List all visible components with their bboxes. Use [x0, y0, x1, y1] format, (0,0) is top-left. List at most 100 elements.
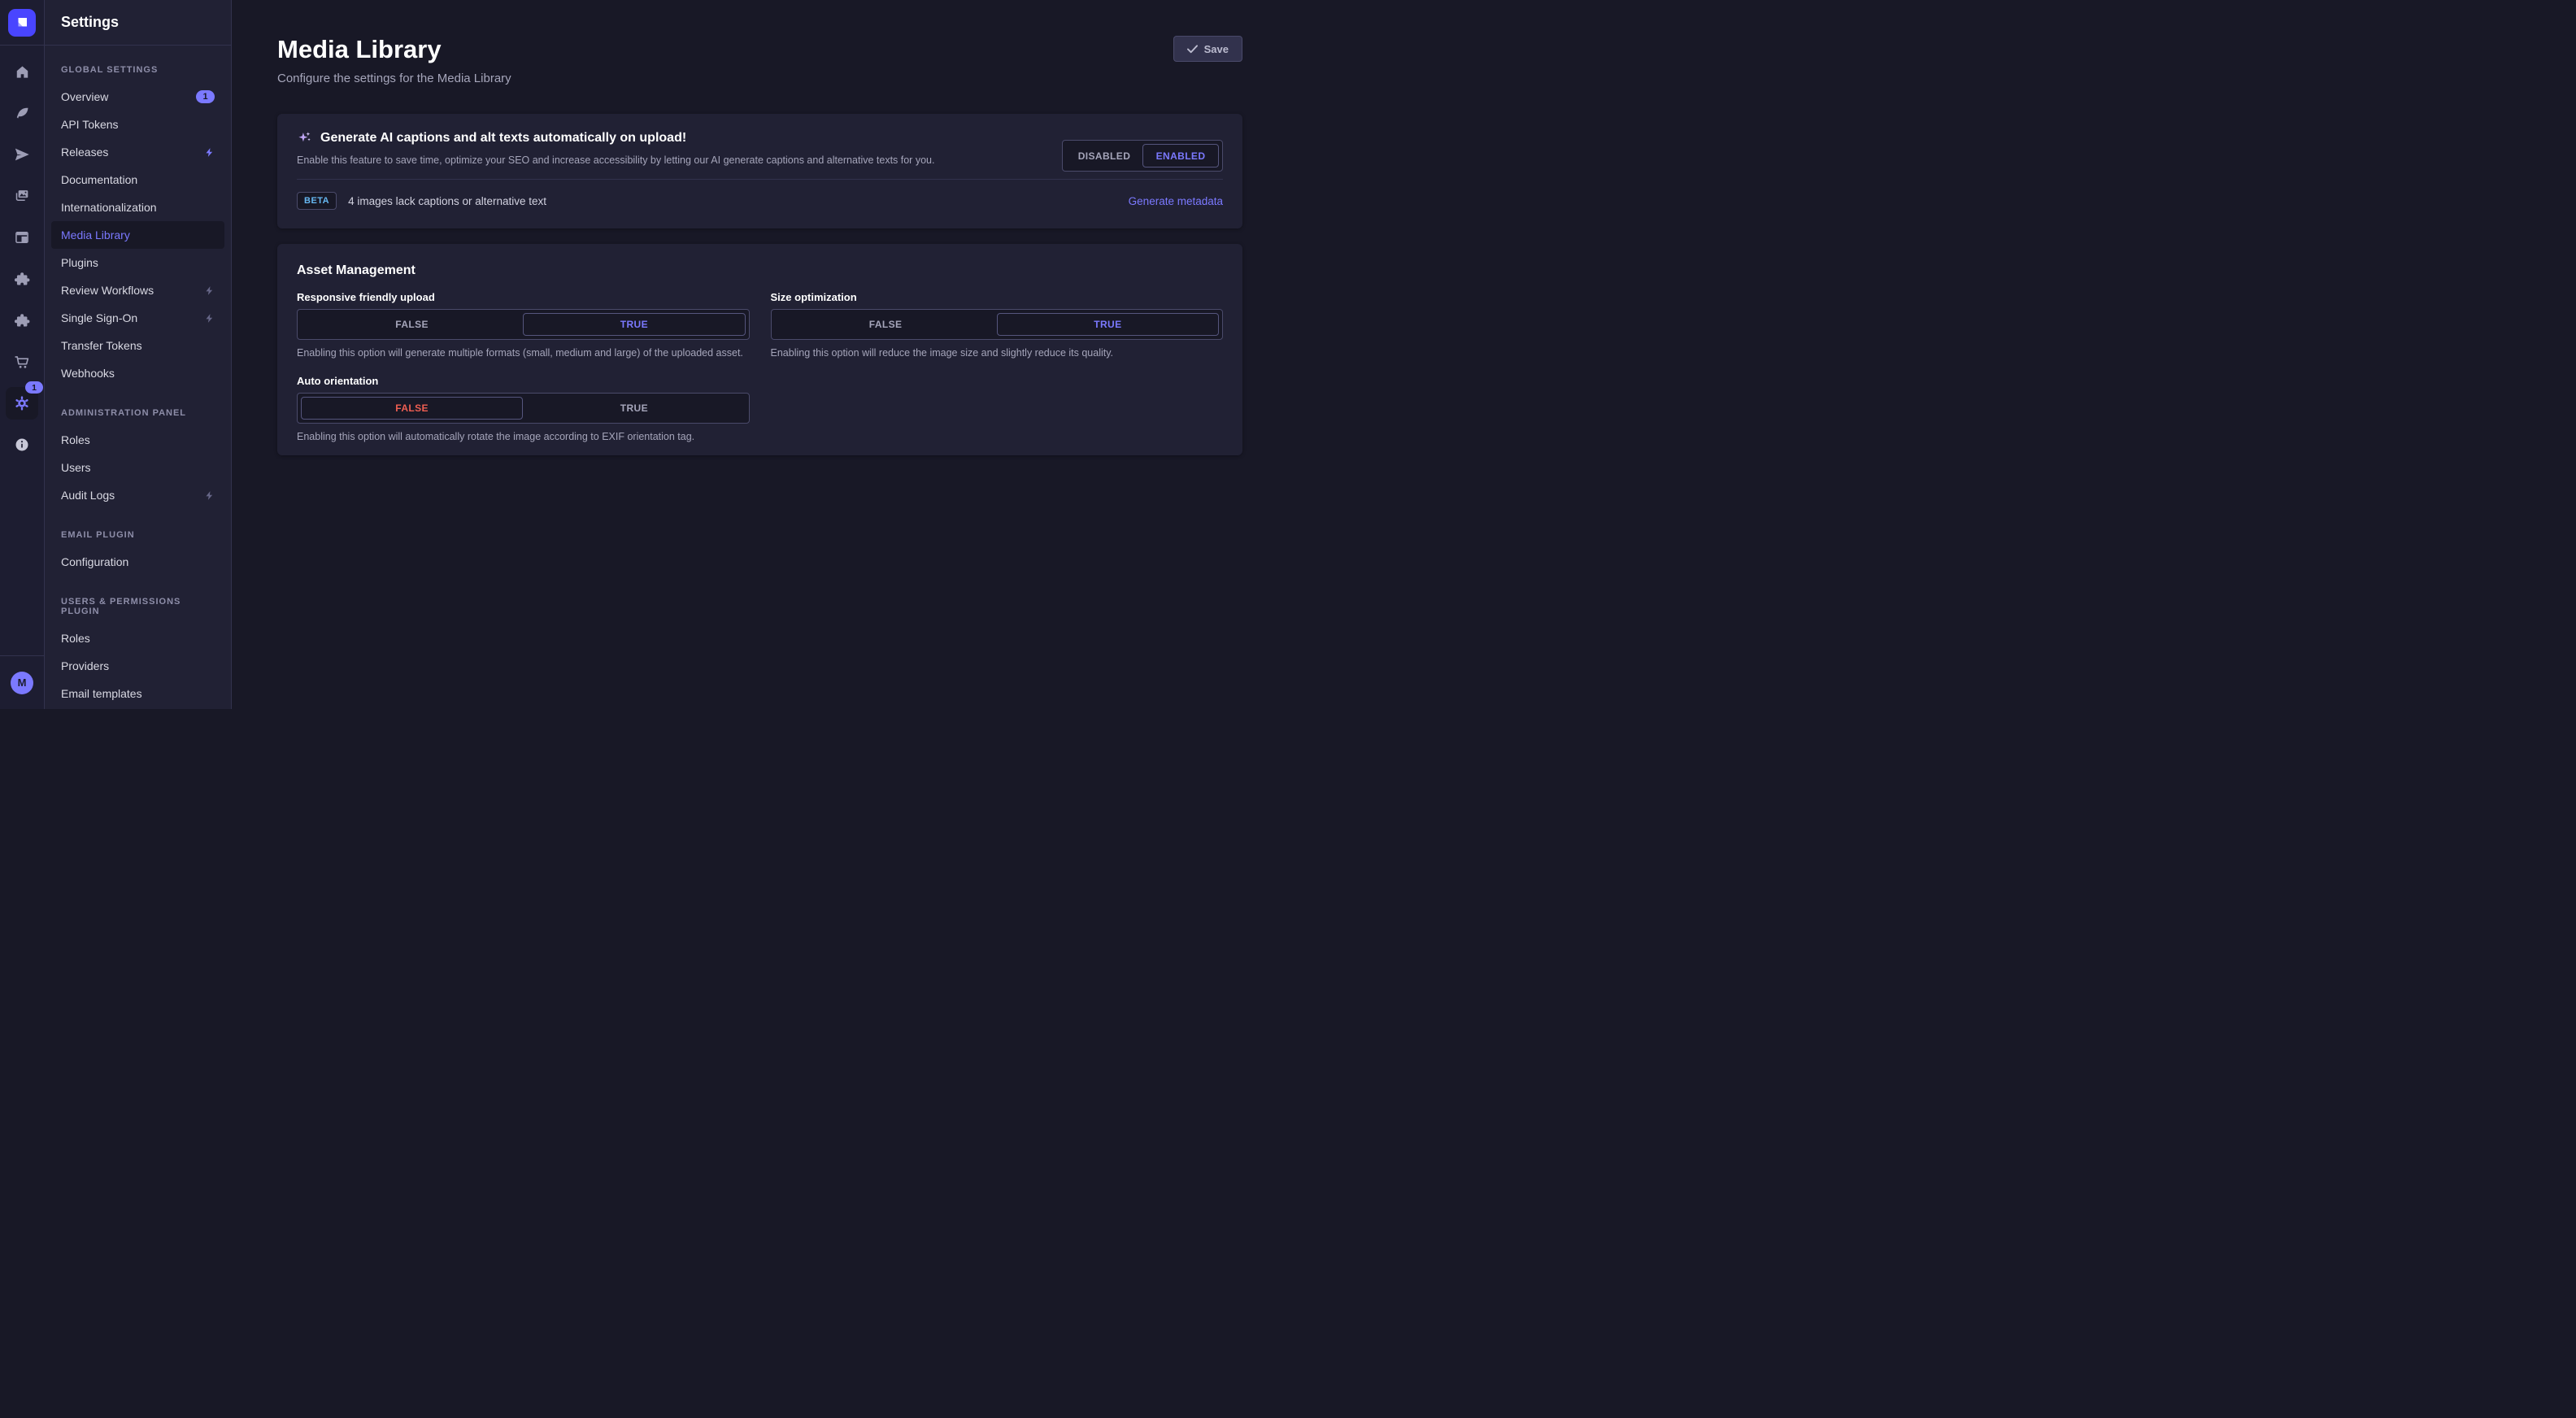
- home-icon[interactable]: [6, 55, 38, 88]
- ai-status-text: 4 images lack captions or alternative te…: [348, 195, 1129, 207]
- check-icon: [1187, 45, 1198, 54]
- toggle-option-true[interactable]: TRUE: [997, 313, 1219, 336]
- sidebar-item-webhooks[interactable]: Webhooks: [51, 359, 224, 387]
- sidebar-item-media-library[interactable]: Media Library: [51, 221, 224, 249]
- settings-notification-badge: 1: [25, 381, 43, 394]
- sidebar-item-label: Users: [61, 461, 215, 474]
- save-button[interactable]: Save: [1173, 36, 1242, 62]
- sparkle-icon: [297, 130, 312, 146]
- sidebar-item-label: Providers: [61, 659, 215, 672]
- field-auto-orientation: Auto orientationFALSETRUEEnabling this o…: [297, 375, 750, 444]
- asset-fields-grid: Responsive friendly uploadFALSETRUEEnabl…: [297, 291, 1223, 444]
- settings-icon[interactable]: 1: [6, 387, 38, 420]
- sidebar-item-label: Internationalization: [61, 201, 215, 214]
- rail-header: [0, 0, 44, 46]
- strapi-logo[interactable]: [8, 9, 36, 37]
- settings-sidebar: Settings GLOBAL SETTINGS Overview1 API Tok…: [45, 0, 232, 709]
- rail-footer: M: [0, 655, 44, 709]
- generate-metadata-link[interactable]: Generate metadata: [1129, 195, 1223, 207]
- lightning-icon: [204, 313, 215, 324]
- sidebar-item-roles[interactable]: Roles: [51, 624, 224, 652]
- save-button-label: Save: [1204, 43, 1229, 55]
- sidebar-item-api-tokens[interactable]: API Tokens: [51, 111, 224, 138]
- toggle-option-true[interactable]: TRUE: [523, 397, 745, 420]
- field-label: Size optimization: [771, 291, 1224, 303]
- send-icon[interactable]: [6, 138, 38, 171]
- sidebar-item-roles[interactable]: Roles: [51, 426, 224, 454]
- field-label: Responsive friendly upload: [297, 291, 750, 303]
- toggle-option-enabled[interactable]: ENABLED: [1142, 144, 1219, 167]
- sidebar-item-label: Audit Logs: [61, 489, 204, 502]
- toggle-option-false[interactable]: FALSE: [301, 397, 523, 420]
- sidebar-section-users-permissions-plugin: USERS & PERMISSIONS PLUGIN Roles Providers…: [51, 597, 224, 709]
- field-size-optimization: Size optimization FALSETRUE Enabling this …: [771, 291, 1224, 360]
- strapi-logo-icon: [15, 15, 29, 30]
- size-optimization-toggle: FALSETRUE: [771, 309, 1224, 340]
- strapi-settings-app: 1 M Settings GLOBAL SETTINGSOverview1API…: [0, 0, 1288, 709]
- sidebar-section-header: EMAIL PLUGIN: [51, 530, 224, 540]
- field-hint: Enabling this option will automatically …: [297, 429, 750, 444]
- sidebar-item-documentation[interactable]: Documentation: [51, 166, 224, 194]
- lightning-icon: [204, 147, 215, 158]
- sidebar-item-label: Roles: [61, 433, 215, 446]
- sidebar-item-email-templates[interactable]: Email templates: [51, 680, 224, 707]
- sidebar-item-advanced-settings[interactable]: Advanced settings: [51, 707, 224, 709]
- sidebar-item-overview[interactable]: Overview1: [51, 83, 224, 111]
- sidebar-section-email-plugin: EMAIL PLUGIN Configuration: [51, 530, 224, 576]
- sidebar-item-plugins[interactable]: Plugins: [51, 249, 224, 276]
- lightning-icon: [204, 490, 215, 501]
- sidebar-item-configuration[interactable]: Configuration: [51, 548, 224, 576]
- sidebar-item-label: Overview: [61, 90, 196, 103]
- main-nav-rail: 1 M: [0, 0, 45, 709]
- beta-badge: BETA: [297, 192, 337, 210]
- info-icon[interactable]: [6, 428, 38, 461]
- sidebar-item-label: Plugins: [61, 256, 215, 269]
- rail-icon-list: 1: [0, 46, 44, 655]
- ai-card-description: Enable this feature to save time, optimi…: [297, 152, 957, 169]
- sidebar-item-label: Email templates: [61, 687, 215, 700]
- sidebar-section-administration-panel: ADMINISTRATION PANEL Roles Users Audit Logs: [51, 408, 224, 509]
- sidebar-item-single-sign-on[interactable]: Single Sign-On: [51, 304, 224, 332]
- sidebar-section-global-settings: GLOBAL SETTINGS Overview1 API Tokens Releas…: [51, 65, 224, 387]
- main-content: Media Library Configure the settings for…: [232, 0, 1288, 709]
- sidebar-item-label: Releases: [61, 146, 204, 159]
- sidebar-item-users[interactable]: Users: [51, 454, 224, 481]
- sidebar-section-header: USERS & PERMISSIONS PLUGIN: [51, 597, 224, 616]
- sidebar-item-providers[interactable]: Providers: [51, 652, 224, 680]
- field-hint: Enabling this option will reduce the ima…: [771, 346, 1224, 360]
- toggle-option-false[interactable]: FALSE: [301, 313, 523, 336]
- field-responsive-friendly-upload: Responsive friendly upload FALSETRUE Enabl…: [297, 291, 750, 360]
- content-type-builder-icon[interactable]: [6, 221, 38, 254]
- sidebar-item-review-workflows[interactable]: Review Workflows: [51, 276, 224, 304]
- toggle-option-true[interactable]: TRUE: [523, 313, 745, 336]
- sidebar-section-header: GLOBAL SETTINGS: [51, 65, 224, 75]
- sidebar-item-audit-logs[interactable]: Audit Logs: [51, 481, 224, 509]
- toggle-option-false[interactable]: FALSE: [775, 313, 997, 336]
- sidebar-item-releases[interactable]: Releases: [51, 138, 224, 166]
- sidebar-item-transfer-tokens[interactable]: Transfer Tokens: [51, 332, 224, 359]
- purchases-icon[interactable]: [6, 346, 38, 378]
- sidebar-section-header: ADMINISTRATION PANEL: [51, 408, 224, 418]
- ai-captions-card: Generate AI captions and alt texts autom…: [277, 114, 1242, 228]
- content-manager-icon[interactable]: [6, 97, 38, 129]
- asset-management-title: Asset Management: [297, 263, 1223, 278]
- sidebar-item-label: Webhooks: [61, 367, 215, 380]
- sidebar-sections: GLOBAL SETTINGS Overview1 API Tokens Releas…: [45, 46, 231, 709]
- settings-sidebar-header: Settings: [45, 0, 231, 46]
- sidebar-item-internationalization[interactable]: Internationalization: [51, 194, 224, 221]
- sidebar-item-label: Transfer Tokens: [61, 339, 215, 352]
- sidebar-item-label: Media Library: [61, 228, 215, 241]
- ai-card-footer: BETA 4 images lack captions or alternati…: [297, 189, 1223, 212]
- toggle-option-disabled[interactable]: DISABLED: [1066, 144, 1142, 167]
- lightning-icon: [204, 285, 215, 296]
- page-subtitle: Configure the settings for the Media Lib…: [277, 72, 1242, 85]
- sidebar-item-label: Configuration: [61, 555, 215, 568]
- plugins-icon[interactable]: [6, 263, 38, 295]
- user-avatar[interactable]: M: [11, 672, 33, 694]
- field-hint: Enabling this option will generate multi…: [297, 346, 750, 360]
- asset-management-card: Asset Management Responsive friendly upl…: [277, 244, 1242, 455]
- page-title: Media Library: [277, 36, 1242, 63]
- media-library-icon[interactable]: [6, 180, 38, 212]
- marketplace-icon[interactable]: [6, 304, 38, 337]
- sidebar-item-label: API Tokens: [61, 118, 215, 131]
